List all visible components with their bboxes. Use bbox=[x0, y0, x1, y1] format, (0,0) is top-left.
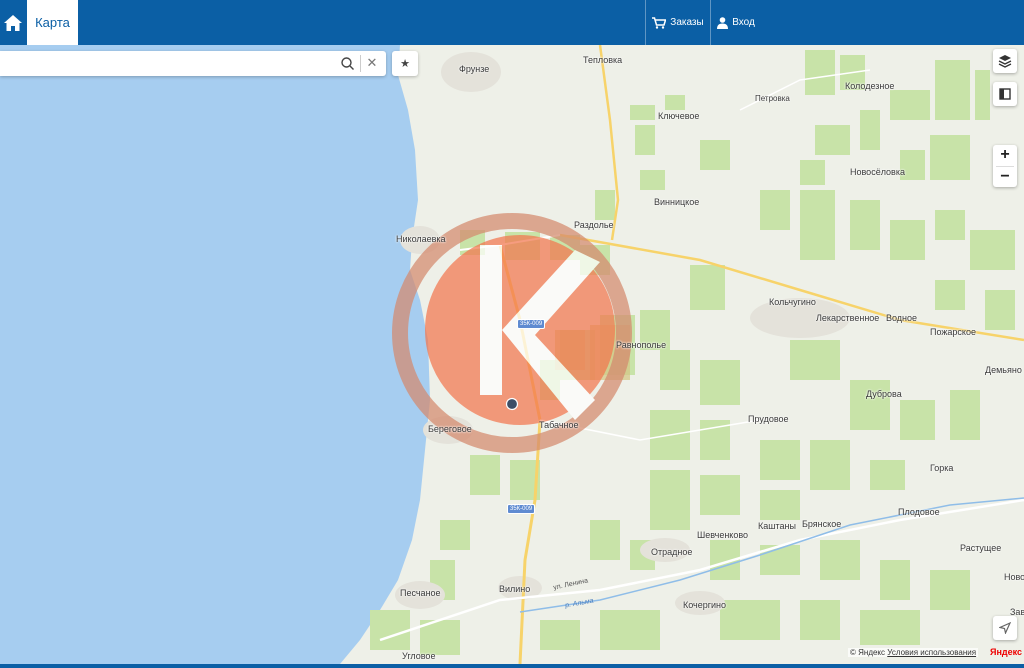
place-label: Раздолье bbox=[574, 220, 614, 230]
place-label: Кочергино bbox=[683, 600, 727, 610]
geolocation-button[interactable] bbox=[993, 616, 1017, 640]
road-number-badge: 35К-009 bbox=[517, 319, 546, 329]
layers-icon bbox=[998, 55, 1012, 68]
search-divider bbox=[360, 55, 361, 72]
place-label: Фрунзе bbox=[459, 64, 490, 74]
place-label: Табачное bbox=[539, 420, 579, 430]
ruler-icon bbox=[999, 88, 1011, 100]
place-label: Брянское bbox=[802, 519, 842, 529]
location-marker[interactable] bbox=[505, 397, 519, 411]
place-label: Колодезное bbox=[845, 81, 895, 91]
place-label: Кольчугино bbox=[769, 297, 816, 307]
place-label: Новосёловка bbox=[850, 167, 905, 177]
place-label: Николаевка bbox=[396, 234, 446, 244]
map-area[interactable]: Фрунзе Тепловка Петровка Колодезное Ключевое… bbox=[0, 45, 1024, 664]
close-icon[interactable]: ✕ bbox=[365, 56, 379, 70]
search-icon[interactable] bbox=[340, 56, 355, 71]
copyright-text: © Яндекс bbox=[850, 648, 886, 657]
home-button[interactable] bbox=[0, 0, 26, 45]
place-label: Вилино bbox=[499, 584, 531, 594]
search-input[interactable] bbox=[4, 54, 324, 73]
place-label: Плодовое bbox=[898, 507, 940, 517]
place-label: Песчаное bbox=[400, 588, 441, 598]
location-arrow-icon bbox=[999, 622, 1011, 634]
place-label: Демьяно bbox=[985, 365, 1022, 375]
place-label: Каштаны bbox=[758, 521, 796, 531]
search-bar: ✕ bbox=[0, 51, 386, 76]
place-label: Растущее bbox=[960, 543, 1002, 553]
cart-icon bbox=[652, 16, 667, 29]
user-icon bbox=[717, 16, 729, 29]
place-label: Шевченково bbox=[697, 530, 749, 540]
orders-label: Заказы bbox=[670, 17, 704, 28]
place-label: Винницкое bbox=[654, 197, 700, 207]
terms-link[interactable]: Условия использования bbox=[887, 648, 976, 657]
bottom-bar bbox=[0, 664, 1024, 668]
sea bbox=[0, 45, 430, 664]
zoom-in-button[interactable]: + bbox=[993, 145, 1017, 166]
login-label: Вход bbox=[732, 17, 755, 28]
place-label: Угловое bbox=[402, 651, 436, 661]
place-label: Равнополье bbox=[616, 340, 667, 350]
yandex-logo[interactable]: Яндекс bbox=[990, 647, 1022, 657]
top-header: Карта Заказы Вход bbox=[0, 0, 1024, 45]
favorites-button[interactable]: ★ bbox=[392, 51, 418, 76]
home-icon bbox=[4, 14, 22, 31]
star-icon: ★ bbox=[400, 58, 410, 70]
place-label: Отрадное bbox=[651, 547, 693, 557]
ruler-button[interactable] bbox=[993, 82, 1017, 106]
place-label: Пожарское bbox=[930, 327, 976, 337]
place-label: Тепловка bbox=[583, 55, 623, 65]
tab-map[interactable]: Карта bbox=[27, 0, 78, 45]
place-label: Береговое bbox=[428, 424, 472, 434]
layers-button[interactable] bbox=[993, 49, 1017, 73]
map-canvas bbox=[0, 45, 1024, 664]
place-label: Водное bbox=[886, 313, 918, 323]
zoom-out-button[interactable]: − bbox=[993, 167, 1017, 188]
place-label: Горка bbox=[930, 463, 954, 473]
place-label: Ключевое bbox=[658, 111, 700, 121]
copyright: © Яндекс Условия использования bbox=[848, 648, 979, 657]
place-label: Ново bbox=[1004, 572, 1024, 582]
place-label: Дуброва bbox=[866, 389, 902, 399]
place-label: Лекарственное bbox=[816, 313, 880, 323]
watermark-logo bbox=[392, 213, 632, 453]
place-label: Прудовое bbox=[748, 414, 789, 424]
road-number-badge: 35К-009 bbox=[507, 504, 536, 514]
place-label: Петровка bbox=[755, 94, 790, 103]
login-button[interactable]: Вход bbox=[711, 0, 761, 45]
orders-button[interactable]: Заказы bbox=[646, 0, 710, 45]
zoom-control: + − bbox=[993, 145, 1017, 187]
